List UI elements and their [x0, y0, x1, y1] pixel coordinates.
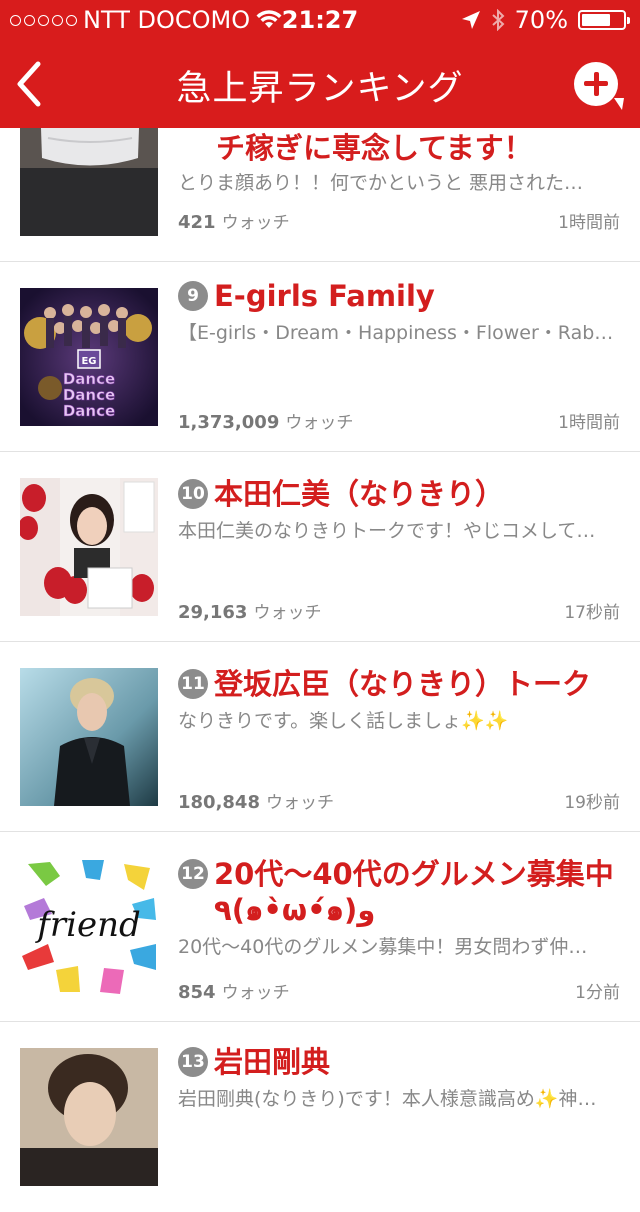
item-content: 10 本田仁美（なりきり） 本田仁美のなりきりトークです！やじコメして…	[178, 476, 620, 544]
item-title: E-girls Family	[214, 279, 435, 313]
item-title: 登坂広臣（なりきり）トーク	[214, 667, 592, 701]
list-item[interactable]: 11 登坂広臣（なりきり）トーク なりきりです。楽しく話しましょ✨✨ 180,8…	[0, 642, 640, 832]
page-title: 急上昇ランキング	[176, 69, 464, 109]
item-description: 岩田剛典(なりきり)です！本人様意識高め✨神…	[178, 1088, 597, 1110]
item-title-line: 9 E-girls Family	[178, 278, 620, 314]
bluetooth-icon	[491, 9, 505, 31]
rank-badge: 13	[178, 1047, 208, 1077]
item-content: 9 E-girls Family 【E-girls・Dream・Happines…	[178, 278, 620, 346]
item-title-line: 12 20代〜40代のグルメン募集中٩(๑•̀ω•́๑)و	[178, 856, 620, 928]
thumbnail-image: friend	[20, 858, 158, 996]
item-title-line: 10 本田仁美（なりきり）	[178, 476, 620, 512]
item-description: 本田仁美のなりきりトークです！やじコメして…	[178, 520, 596, 542]
item-title: 岩田剛典	[214, 1045, 331, 1079]
list-item[interactable]: 13 岩田剛典 岩田剛典(なりきり)です！本人様意識高め✨神…	[0, 1022, 640, 1212]
rank-badge: 12	[178, 859, 208, 889]
thumbnail-image: EG Dance Dance Dance	[20, 288, 158, 426]
status-bar: NTT DOCOMO 21:27 70%	[0, 0, 640, 40]
item-meta: 854 ウォッチ 1分前	[178, 978, 620, 1003]
new-talk-button[interactable]	[574, 62, 618, 106]
list-item[interactable]: EG Dance Dance Dance 9 E-girls Family 【E…	[0, 262, 640, 452]
watch-label: ウォッチ	[221, 983, 290, 1003]
thumbnail-image	[20, 1048, 158, 1186]
item-description: なりきりです。楽しく話しましょ✨✨	[178, 710, 509, 732]
item-title: 20代〜40代のグルメン募集中٩(๑•̀ω•́๑)و	[214, 857, 614, 927]
item-meta: 29,163 ウォッチ 17秒前	[178, 598, 620, 623]
rank-badge: 11	[178, 669, 208, 699]
item-title-line: 11 登坂広臣（なりきり）トーク	[178, 666, 620, 702]
item-content: チ稼ぎに専念してます！ とりま顔あり！！何でかというと 悪用された…	[178, 130, 620, 196]
speech-bubble-tail-icon	[614, 98, 624, 110]
item-meta: 421 ウォッチ 1時間前	[178, 208, 620, 233]
item-content: 13 岩田剛典 岩田剛典(なりきり)です！本人様意識高め✨神…	[178, 1044, 620, 1112]
item-title-line: チ稼ぎに専念してます！	[178, 130, 620, 166]
item-title: 本田仁美（なりきり）	[214, 477, 505, 511]
updated-time: 17秒前	[564, 603, 620, 623]
svg-text:Dance: Dance	[63, 402, 115, 420]
status-right: 70%	[461, 6, 630, 34]
thumbnail-image	[20, 478, 158, 616]
list-item[interactable]: チ稼ぎに専念してます！ とりま顔あり！！何でかというと 悪用された… 421 ウォ…	[0, 98, 640, 262]
item-content: 12 20代〜40代のグルメン募集中٩(๑•̀ω•́๑)و 20代〜40代のグル…	[178, 856, 620, 960]
watch-count: 180,848	[178, 792, 260, 813]
updated-time: 1時間前	[558, 213, 620, 233]
watch-count: 29,163	[178, 602, 248, 623]
battery-icon	[578, 10, 630, 30]
watch-label: ウォッチ	[221, 213, 290, 233]
item-description: とりま顔あり！！何でかというと 悪用された…	[178, 172, 584, 194]
watch-count: 854	[178, 982, 216, 1003]
watch-count: 1,373,009	[178, 412, 280, 433]
navigation-bar: 急上昇ランキング	[0, 40, 640, 128]
watch-label: ウォッチ	[265, 793, 334, 813]
location-arrow-icon	[461, 11, 480, 29]
list-item[interactable]: 10 本田仁美（なりきり） 本田仁美のなりきりトークです！やじコメして… 29,…	[0, 452, 640, 642]
svg-text:friend: friend	[34, 905, 141, 945]
item-meta: 180,848 ウォッチ 19秒前	[178, 788, 620, 813]
item-title: チ稼ぎに専念してます！	[216, 131, 533, 165]
watch-label: ウォッチ	[253, 603, 322, 623]
item-description: 20代〜40代のグルメン募集中！男女問わず仲…	[178, 936, 588, 958]
watch-count: 421	[178, 212, 216, 233]
thumbnail-image	[20, 668, 158, 806]
item-title-line: 13 岩田剛典	[178, 1044, 620, 1080]
rank-badge: 10	[178, 479, 208, 509]
item-description: 【E-girls・Dream・Happiness・Flower・Rab…	[178, 322, 614, 344]
svg-text:EG: EG	[81, 356, 96, 367]
rank-badge: 9	[178, 281, 208, 311]
item-meta: 1,373,009 ウォッチ 1時間前	[178, 408, 620, 433]
item-content: 11 登坂広臣（なりきり）トーク なりきりです。楽しく話しましょ✨✨	[178, 666, 620, 734]
ranking-list: チ稼ぎに専念してます！ とりま顔あり！！何でかというと 悪用された… 421 ウォ…	[0, 98, 640, 1212]
updated-time: 19秒前	[564, 793, 620, 813]
updated-time: 1時間前	[558, 413, 620, 433]
list-item[interactable]: friend 12 20代〜40代のグルメン募集中٩(๑•̀ω•́๑)و 20代…	[0, 832, 640, 1022]
updated-time: 1分前	[575, 983, 620, 1003]
watch-label: ウォッチ	[285, 413, 354, 433]
battery-percent: 70%	[514, 6, 568, 34]
